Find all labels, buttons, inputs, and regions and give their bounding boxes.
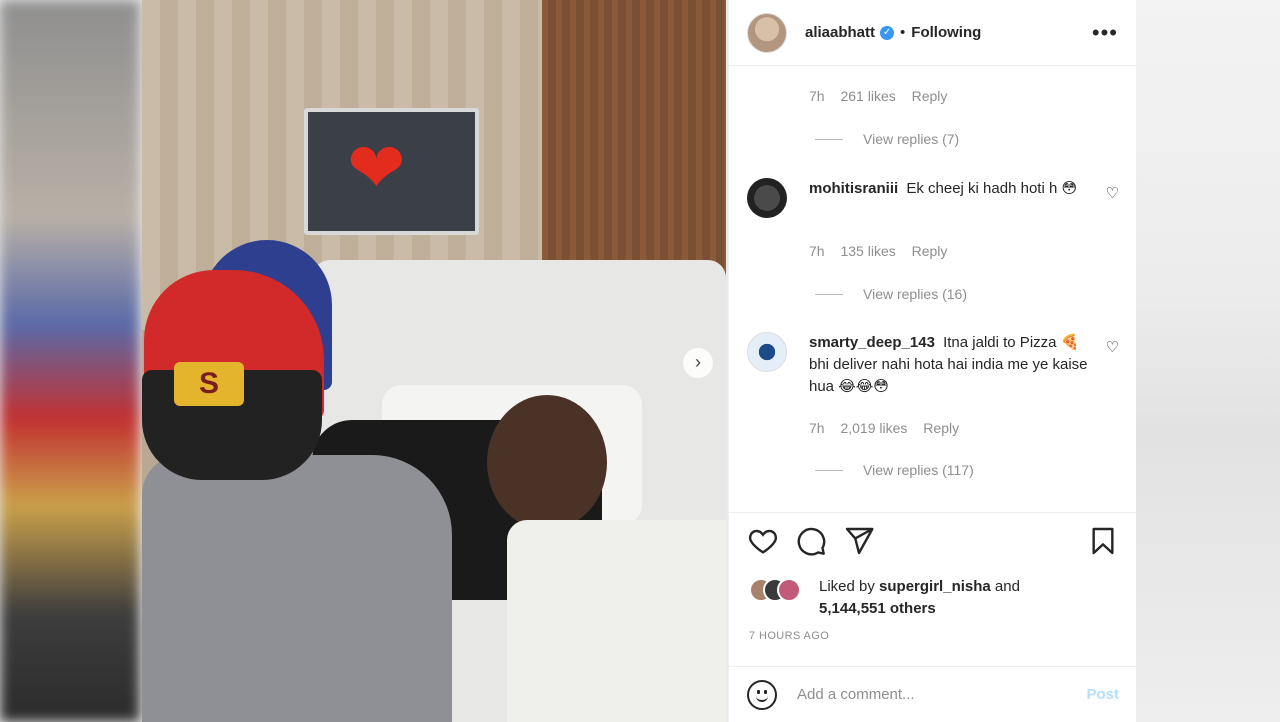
post-timestamp[interactable]: 7 HOURS AGO [749, 630, 829, 642]
following-button[interactable]: Following [911, 24, 981, 41]
post-action-bar [729, 512, 1137, 570]
comment-likes[interactable]: 135 likes [840, 243, 895, 259]
view-replies-button[interactable]: View replies (7) [815, 131, 959, 147]
view-replies-line [815, 138, 843, 140]
blurred-backdrop-left [0, 0, 140, 722]
comment-meta: 7h 135 likes Reply [809, 243, 959, 259]
comment-text: smarty_deep_143 Itna jaldi to Pizza 🍕 bh… [809, 332, 1089, 398]
comment-meta: 7h 261 likes Reply [809, 88, 959, 104]
photo-person-sitting [142, 455, 452, 722]
comment-time: 7h [809, 243, 825, 259]
more-options-icon[interactable]: ••• [1092, 21, 1118, 43]
comments-list[interactable]: 7h 261 likes Reply View replies (7) mohi… [729, 66, 1136, 512]
comment-emojis: 😂😂😳 [838, 378, 889, 395]
comment-time: 7h [809, 420, 825, 436]
comment-like-icon[interactable]: ♡ [1106, 338, 1119, 356]
comment-username[interactable]: smarty_deep_143 [809, 334, 935, 351]
avatar[interactable] [747, 178, 787, 218]
comment-likes[interactable]: 2,019 likes [840, 420, 907, 436]
view-replies-label: View replies (117) [863, 462, 974, 478]
comment-reply-button[interactable]: Reply [923, 420, 959, 436]
avatar[interactable] [747, 332, 787, 372]
liked-by-and: and [994, 578, 1020, 595]
liked-by-prefix: Liked by [819, 578, 875, 595]
emoji-smile-icon[interactable] [747, 679, 777, 710]
liked-by-others-count[interactable]: 5,144,551 others [819, 600, 936, 617]
add-comment-bar: Post [729, 666, 1137, 722]
comment-likes[interactable]: 261 likes [840, 88, 895, 104]
post-header: aliaabhatt ✓ • Following ••• [729, 0, 1136, 66]
liked-by-text: Liked by supergirl_nisha and 5,144,551 o… [819, 576, 1020, 620]
avatar[interactable] [747, 12, 787, 53]
liked-by-avatars[interactable] [749, 578, 809, 602]
heart-overlay-icon: ❤ [347, 129, 406, 207]
photo-bed-rail [507, 520, 726, 722]
chevron-right-icon[interactable]: › [683, 348, 713, 378]
view-replies-line [815, 293, 843, 295]
send-paper-plane-icon[interactable] [843, 525, 875, 557]
comment-time: 7h [809, 88, 825, 104]
post-comment-button[interactable]: Post [1086, 686, 1119, 703]
avatar [777, 578, 801, 602]
post-username[interactable]: aliaabhatt [805, 24, 875, 41]
liked-by-username[interactable]: supergirl_nisha [879, 578, 991, 595]
photo-person-hair [487, 395, 607, 530]
comment-text: mohitisraniii Ek cheej ki hadh hoti h 😳 [809, 178, 1089, 200]
post-photo[interactable]: ❤ S › [142, 0, 726, 722]
comment-emojis: 😳 [1061, 180, 1078, 197]
verified-badge-icon: ✓ [880, 25, 895, 40]
photo-cap-logo: S [174, 362, 244, 406]
comment-body: Ek cheej ki hadh hoti h [906, 180, 1058, 197]
view-replies-line [815, 469, 843, 471]
comment-username[interactable]: mohitisraniii [809, 180, 898, 197]
liked-by-row: Liked by supergirl_nisha and 5,144,551 o… [747, 574, 1119, 624]
heart-outline-icon[interactable] [747, 525, 779, 557]
view-replies-label: View replies (16) [863, 286, 968, 302]
blurred-backdrop-right [1136, 0, 1280, 722]
header-separator: • [900, 24, 906, 41]
bookmark-icon[interactable] [1087, 525, 1119, 557]
comment-reply-button[interactable]: Reply [912, 88, 948, 104]
comment-reply-button[interactable]: Reply [912, 243, 948, 259]
post-side-panel: aliaabhatt ✓ • Following ••• 7h 261 like… [728, 0, 1137, 722]
comment-like-icon[interactable]: ♡ [1106, 184, 1119, 202]
view-replies-button[interactable]: View replies (117) [815, 462, 974, 478]
view-replies-label: View replies (7) [863, 131, 960, 147]
comment-bubble-icon[interactable] [795, 525, 827, 557]
view-replies-button[interactable]: View replies (16) [815, 286, 967, 302]
comment-input[interactable] [797, 686, 1087, 703]
comment-meta: 7h 2,019 likes Reply [809, 420, 971, 436]
